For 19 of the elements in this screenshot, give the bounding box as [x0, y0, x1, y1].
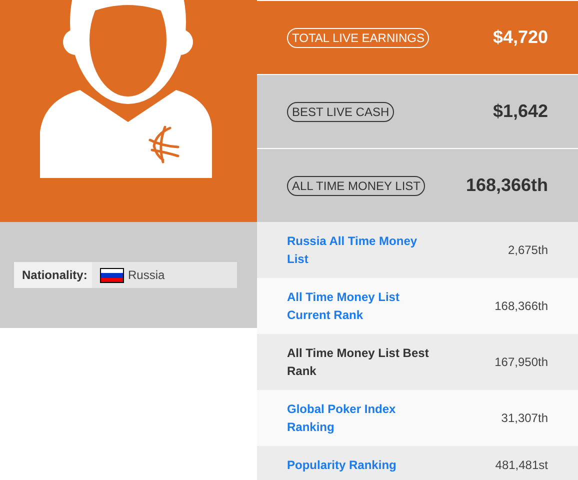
- ranking-link[interactable]: All Time Money List Current Rank: [287, 288, 432, 324]
- ranking-value: 167,950th: [494, 355, 548, 369]
- ranking-value: 481,481st: [495, 458, 548, 472]
- ranking-link[interactable]: Russia All Time Money List: [287, 232, 432, 268]
- nationality-label: Nationality:: [14, 262, 92, 288]
- ranking-value: 168,366th: [494, 299, 548, 313]
- stat-label: TOTAL LIVE EARNINGS: [287, 28, 430, 48]
- stat-value: $4,720: [492, 27, 548, 48]
- stat-value: 168,366th: [466, 175, 548, 196]
- stat-value: $1,642: [492, 101, 548, 122]
- ranking-link[interactable]: Popularity Ranking: [287, 456, 432, 474]
- ranking-value: 31,307th: [501, 411, 548, 425]
- ranking-label: All Time Money List Best Rank: [287, 345, 430, 380]
- stat-label: BEST LIVE CASH: [287, 102, 394, 122]
- ranking-link[interactable]: Global Poker Index Ranking: [287, 400, 432, 436]
- russia-flag-icon: [100, 268, 124, 282]
- stat-label: ALL TIME MONEY LIST: [287, 176, 426, 196]
- ranking-value: 2,675th: [508, 243, 548, 257]
- nationality-value: Russia: [128, 268, 165, 282]
